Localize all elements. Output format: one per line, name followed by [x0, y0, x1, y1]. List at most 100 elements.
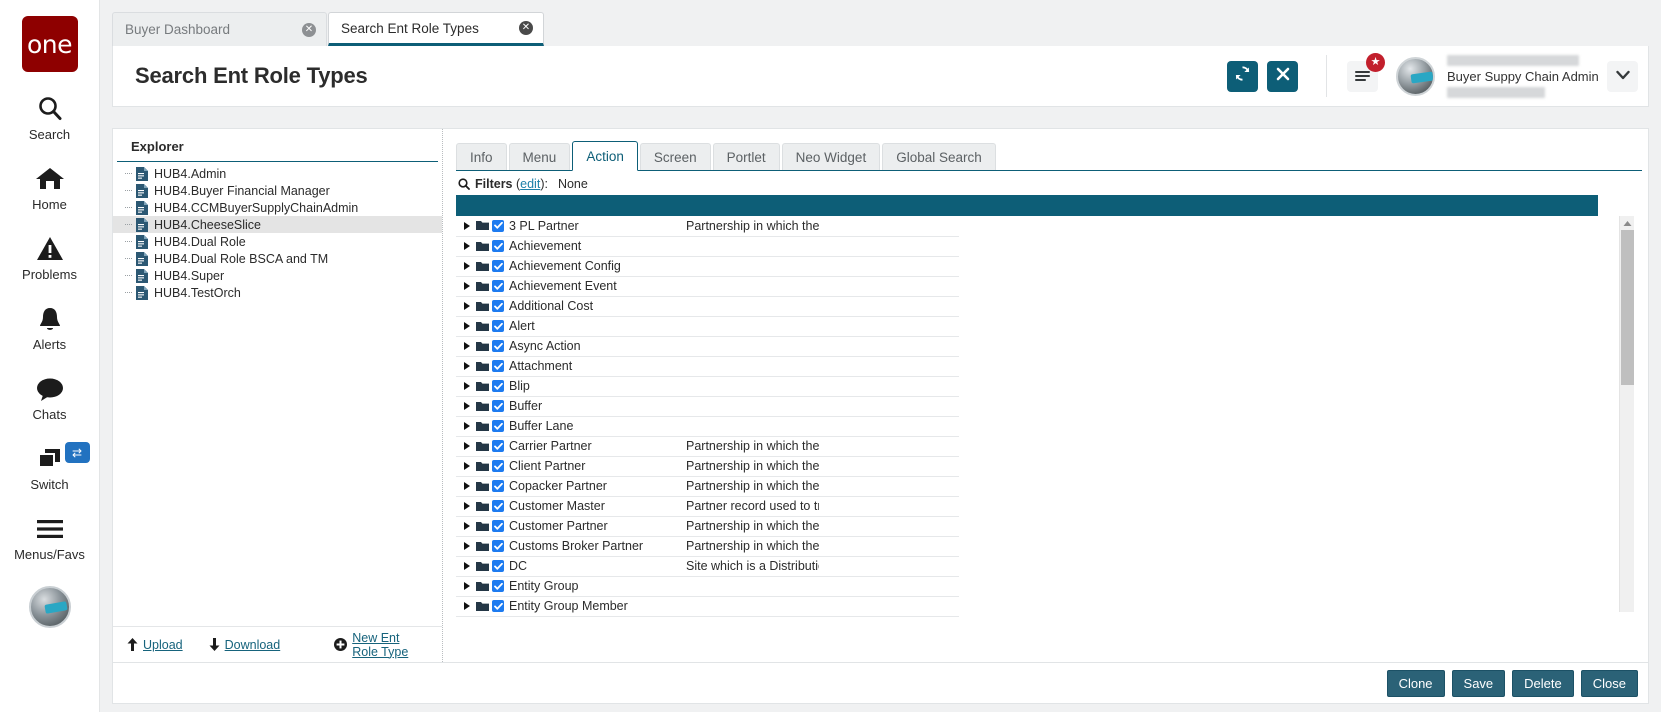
expand-triangle-icon[interactable] — [464, 382, 470, 390]
delete-button[interactable]: Delete — [1512, 670, 1574, 697]
table-row[interactable]: Entity Group — [456, 576, 959, 596]
expand-triangle-icon[interactable] — [464, 282, 470, 290]
expand-triangle-icon[interactable] — [464, 402, 470, 410]
expand-triangle-icon[interactable] — [464, 262, 470, 270]
expand-triangle-icon[interactable] — [464, 482, 470, 490]
row-checkbox[interactable] — [492, 420, 504, 432]
refresh-button[interactable] — [1227, 61, 1258, 92]
rail-user-avatar[interactable] — [29, 586, 71, 628]
explorer-tree-item[interactable]: HUB4.CheeseSlice — [113, 216, 442, 233]
folder-icon[interactable] — [476, 281, 489, 292]
swap-arrows-icon[interactable]: ⇄ — [65, 442, 90, 463]
table-row[interactable]: Customer PartnerPartnership in which the… — [456, 516, 959, 536]
table-row[interactable]: Entity Group Member — [456, 596, 959, 616]
tab-info[interactable]: Info — [456, 143, 507, 170]
expand-triangle-icon[interactable] — [464, 542, 470, 550]
grid-vertical-scrollbar[interactable] — [1619, 216, 1634, 612]
tab-action[interactable]: Action — [572, 141, 638, 171]
folder-icon[interactable] — [476, 301, 489, 312]
row-checkbox[interactable] — [492, 400, 504, 412]
row-checkbox[interactable] — [492, 260, 504, 272]
folder-icon[interactable] — [476, 561, 489, 572]
folder-icon[interactable] — [476, 361, 489, 372]
explorer-tree-item[interactable]: HUB4.Buyer Financial Manager — [113, 182, 442, 199]
expand-triangle-icon[interactable] — [464, 322, 470, 330]
folder-icon[interactable] — [476, 381, 489, 392]
folder-icon[interactable] — [476, 220, 489, 231]
upload-link[interactable]: Upload — [127, 638, 183, 652]
rail-item-search[interactable]: Search — [0, 92, 100, 142]
expand-triangle-icon[interactable] — [464, 502, 470, 510]
expand-triangle-icon[interactable] — [464, 422, 470, 430]
rail-item-menus-favs[interactable]: Menus/Favs — [0, 512, 100, 562]
expand-triangle-icon[interactable] — [464, 462, 470, 470]
expand-triangle-icon[interactable] — [464, 302, 470, 310]
close-button[interactable]: Close — [1581, 670, 1638, 697]
expand-triangle-icon[interactable] — [464, 242, 470, 250]
explorer-tree-item[interactable]: HUB4.Dual Role — [113, 233, 442, 250]
folder-icon[interactable] — [476, 441, 489, 452]
rail-item-problems[interactable]: Problems — [0, 232, 100, 282]
filters-edit-link[interactable]: edit — [520, 177, 540, 191]
folder-icon[interactable] — [476, 501, 489, 512]
row-checkbox[interactable] — [492, 600, 504, 612]
folder-icon[interactable] — [476, 241, 489, 252]
close-circle-icon[interactable]: ✕ — [302, 23, 316, 37]
user-menu-button[interactable] — [1607, 61, 1638, 92]
row-checkbox[interactable] — [492, 320, 504, 332]
explorer-tree-item[interactable]: HUB4.TestOrch — [113, 284, 442, 301]
tab-portlet[interactable]: Portlet — [713, 143, 780, 170]
explorer-tree-item[interactable]: HUB4.Super — [113, 267, 442, 284]
folder-icon[interactable] — [476, 321, 489, 332]
folder-icon[interactable] — [476, 521, 489, 532]
table-row[interactable]: Customer MasterPartner record used to tr… — [456, 496, 959, 516]
folder-icon[interactable] — [476, 581, 489, 592]
row-checkbox[interactable] — [492, 580, 504, 592]
table-row[interactable]: Attachment — [456, 356, 959, 376]
folder-icon[interactable] — [476, 601, 489, 612]
expand-triangle-icon[interactable] — [464, 582, 470, 590]
rail-item-switch[interactable]: ⇄ Switch — [0, 442, 100, 492]
tab-screen[interactable]: Screen — [640, 143, 711, 170]
rail-item-chats[interactable]: Chats — [0, 372, 100, 422]
row-checkbox[interactable] — [492, 500, 504, 512]
folder-icon[interactable] — [476, 341, 489, 352]
table-row[interactable]: 3 PL PartnerPartnership in which the par — [456, 216, 959, 236]
row-checkbox[interactable] — [492, 440, 504, 452]
table-row[interactable]: Additional Cost — [456, 296, 959, 316]
table-row[interactable]: Achievement Config — [456, 256, 959, 276]
window-tab-search-ent-role-types[interactable]: Search Ent Role Types ✕ — [328, 12, 544, 46]
expand-triangle-icon[interactable] — [464, 562, 470, 570]
row-checkbox[interactable] — [492, 520, 504, 532]
table-row[interactable]: Copacker PartnerPartnership in which the… — [456, 476, 959, 496]
row-checkbox[interactable] — [492, 460, 504, 472]
folder-icon[interactable] — [476, 481, 489, 492]
table-row[interactable]: Alert — [456, 316, 959, 336]
explorer-tree-item[interactable]: HUB4.Dual Role BSCA and TM — [113, 250, 442, 267]
hamburger-menu-button[interactable]: ★ — [1347, 61, 1378, 92]
row-checkbox[interactable] — [492, 280, 504, 292]
tab-neo-widget[interactable]: Neo Widget — [782, 143, 881, 170]
expand-triangle-icon[interactable] — [464, 522, 470, 530]
tab-global-search[interactable]: Global Search — [882, 143, 996, 170]
expand-triangle-icon[interactable] — [464, 362, 470, 370]
row-checkbox[interactable] — [492, 380, 504, 392]
clone-button[interactable]: Clone — [1387, 670, 1445, 697]
row-checkbox[interactable] — [492, 480, 504, 492]
folder-icon[interactable] — [476, 461, 489, 472]
folder-icon[interactable] — [476, 541, 489, 552]
row-checkbox[interactable] — [492, 300, 504, 312]
explorer-tree-item[interactable]: HUB4.CCMBuyerSupplyChainAdmin — [113, 199, 442, 216]
expand-triangle-icon[interactable] — [464, 222, 470, 230]
folder-icon[interactable] — [476, 401, 489, 412]
window-tab-buyer-dashboard[interactable]: Buyer Dashboard ✕ — [112, 12, 327, 46]
expand-triangle-icon[interactable] — [464, 442, 470, 450]
table-row[interactable]: Achievement — [456, 236, 959, 256]
expand-triangle-icon[interactable] — [464, 602, 470, 610]
table-row[interactable]: Achievement Event — [456, 276, 959, 296]
download-link[interactable]: Download — [209, 638, 281, 652]
table-row[interactable]: Blip — [456, 376, 959, 396]
table-row[interactable]: Carrier PartnerPartnership in which the … — [456, 436, 959, 456]
row-checkbox[interactable] — [492, 540, 504, 552]
close-circle-icon[interactable]: ✕ — [519, 21, 533, 35]
